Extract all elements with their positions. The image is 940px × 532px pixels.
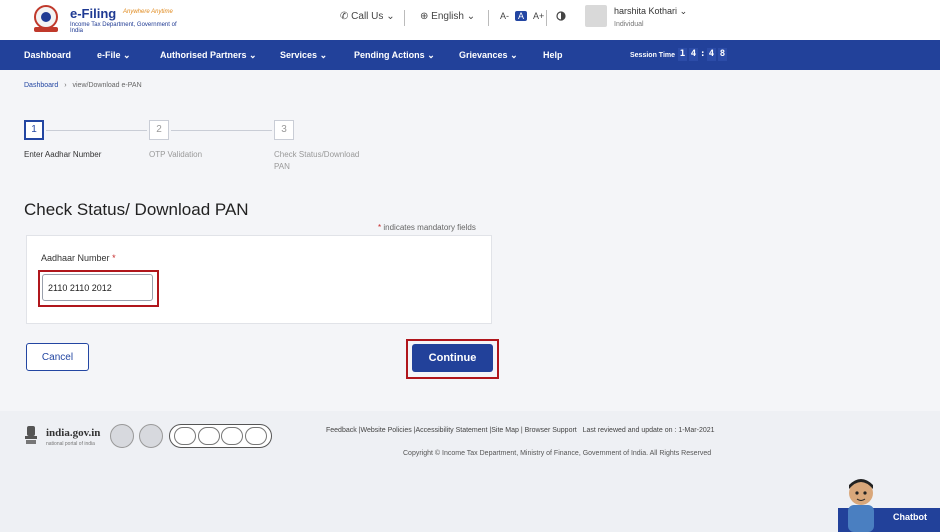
breadcrumb: Dashboard › view/Download e-PAN xyxy=(24,82,142,89)
chevron-down-icon: ⌄ xyxy=(249,50,257,60)
nav-pending-actions[interactable]: Pending Actions ⌄ xyxy=(354,50,435,61)
nav-services[interactable]: Services ⌄ xyxy=(280,50,327,61)
avatar[interactable] xyxy=(585,5,607,27)
india-gov-text: india.gov.in xyxy=(46,427,101,439)
chevron-down-icon: ⌄ xyxy=(319,50,328,60)
session-digit: : xyxy=(700,49,706,59)
language-label: English xyxy=(431,11,464,22)
brand-tagline: Anywhere Anytime xyxy=(123,9,173,15)
certification-strip xyxy=(169,424,272,448)
required-asterisk: * xyxy=(112,253,116,263)
india-gov-subtext: national portal of india xyxy=(46,441,95,447)
session-time-label: Session Time xyxy=(630,52,676,59)
chatbot-launcher[interactable]: Chatbot xyxy=(838,475,940,532)
mandatory-note: * indicates mandatory fields xyxy=(378,223,476,232)
session-digit: 4 xyxy=(689,48,698,61)
footer-links: Feedback |Website Policies |Accessibilit… xyxy=(326,427,715,434)
certification-badge-icon xyxy=(173,427,196,445)
chevron-down-icon: ⌄ xyxy=(123,50,131,60)
nav-dashboard[interactable]: Dashboard xyxy=(24,50,71,60)
page-title: Check Status/ Download PAN xyxy=(24,200,249,219)
efiling-logo[interactable]: e-Filing Anywhere Anytime Income Tax Dep… xyxy=(28,4,178,34)
aadhaar-field-label: Aadhaar Number * xyxy=(41,253,116,263)
user-name: harshita Kothari xyxy=(614,6,678,16)
step-1-label: Enter Aadhar Number xyxy=(24,150,102,159)
call-us-label: Call Us xyxy=(351,11,384,22)
chevron-down-icon: ⌄ xyxy=(510,50,518,60)
cancel-button[interactable]: Cancel xyxy=(26,343,89,371)
breadcrumb-dashboard[interactable]: Dashboard xyxy=(24,82,58,89)
chevron-down-icon: ⌄ xyxy=(386,11,395,22)
aadhaar-label-text: Aadhaar Number xyxy=(41,253,110,263)
certification-badge-icon xyxy=(110,424,134,448)
font-increase-button[interactable]: A+ xyxy=(533,11,544,21)
footer-link-site-map[interactable]: Site Map xyxy=(491,427,519,434)
nav-e-file[interactable]: e-File ⌄ xyxy=(97,50,131,61)
divider xyxy=(546,10,547,26)
last-reviewed: Last reviewed and update on : 1-Mar-2021 xyxy=(582,427,715,434)
divider xyxy=(404,10,405,26)
brand-name: e-Filing xyxy=(70,6,117,21)
session-digit: 4 xyxy=(707,48,716,61)
font-decrease-button[interactable]: A- xyxy=(500,11,509,21)
call-us-menu[interactable]: ✆ Call Us ⌄ xyxy=(340,11,395,22)
step-3-indicator: 3 xyxy=(274,120,294,140)
india-gov-link[interactable]: india.gov.in national portal of india xyxy=(24,424,114,448)
footer-link-feedback[interactable]: Feedback xyxy=(326,427,357,434)
breadcrumb-current: view/Download e-PAN xyxy=(72,82,142,89)
chatbot-avatar-icon xyxy=(848,479,874,532)
user-role: Individual xyxy=(614,21,644,28)
required-asterisk: * xyxy=(378,223,382,232)
chatbot-label: Chatbot xyxy=(893,512,927,522)
main-nav: Dashboard e-File ⌄ Authorised Partners ⌄… xyxy=(0,40,940,70)
globe-icon: ⊕ xyxy=(420,11,429,22)
contrast-icon[interactable] xyxy=(556,11,566,21)
session-digit: 8 xyxy=(718,48,727,61)
copyright: Copyright © Income Tax Department, Minis… xyxy=(403,450,712,457)
step-2-indicator: 2 xyxy=(149,120,169,140)
step-connector xyxy=(46,130,147,131)
step-2-label: OTP Validation xyxy=(149,150,203,159)
session-digit: 1 xyxy=(678,48,687,61)
phone-icon: ✆ xyxy=(340,11,349,22)
continue-button[interactable]: Continue xyxy=(412,344,493,372)
language-select[interactable]: ⊕ English ⌄ xyxy=(420,11,475,22)
breadcrumb-separator: › xyxy=(64,82,67,89)
certification-badge-icon xyxy=(221,427,244,445)
nav-help[interactable]: Help xyxy=(543,50,563,60)
top-header: e-Filing Anywhere Anytime Income Tax Dep… xyxy=(0,0,940,40)
chevron-down-icon: ⌄ xyxy=(679,6,688,16)
nav-grievances[interactable]: Grievances ⌄ xyxy=(459,50,518,61)
footer-link-accessibility[interactable]: Accessibility Statement xyxy=(416,427,488,434)
brand-subtitle: Income Tax Department, Government of Ind… xyxy=(70,22,177,34)
font-normal-button[interactable]: A xyxy=(515,11,528,21)
mandatory-note-text: indicates mandatory fields xyxy=(383,223,476,232)
font-size-controls: A- A A+ xyxy=(500,11,544,21)
divider xyxy=(488,10,489,26)
aadhaar-number-input[interactable] xyxy=(42,274,153,301)
certification-badge-icon xyxy=(245,427,268,445)
nav-authorised-partners[interactable]: Authorised Partners ⌄ xyxy=(160,50,257,61)
step-1-indicator: 1 xyxy=(24,120,44,140)
footer-link-website-policies[interactable]: Website Policies xyxy=(361,427,412,434)
step-connector xyxy=(171,130,272,131)
chevron-down-icon: ⌄ xyxy=(427,50,435,60)
chevron-down-icon: ⌄ xyxy=(466,11,476,22)
national-emblem-icon xyxy=(25,426,37,444)
emblem-icon xyxy=(34,5,58,32)
certification-badge-icon xyxy=(139,424,163,448)
step-3-label: Check Status/Download PAN xyxy=(274,150,360,171)
user-menu[interactable]: harshita Kothari ⌄ xyxy=(614,6,687,17)
certification-badge-icon xyxy=(197,427,220,445)
footer-link-browser-support[interactable]: Browser Support xyxy=(525,427,577,434)
session-timer: 1 4 : 4 8 xyxy=(678,48,727,61)
